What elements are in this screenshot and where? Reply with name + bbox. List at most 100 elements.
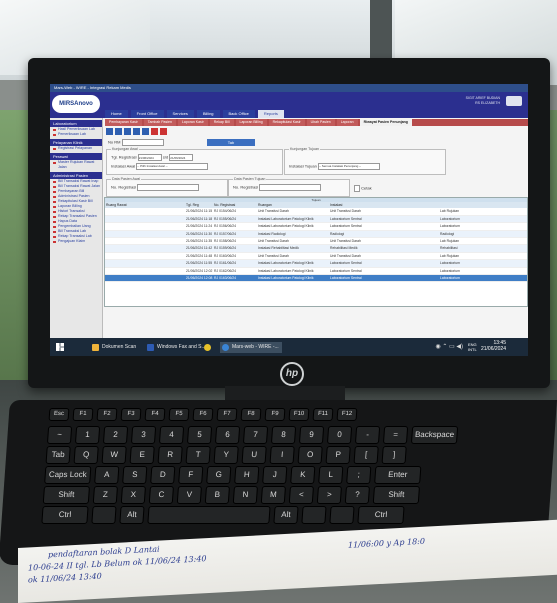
sidebar-item[interactable]: Master Rujukan Rawat Jalan bbox=[50, 160, 102, 170]
nav-reports[interactable]: Reports bbox=[257, 110, 284, 118]
cetak-checkbox[interactable]: Cetak bbox=[354, 185, 372, 192]
keyboard-key[interactable]: ~ bbox=[46, 426, 73, 444]
keyboard-key[interactable]: E bbox=[129, 446, 155, 464]
keyboard-key[interactable] bbox=[301, 506, 327, 524]
subtab[interactable]: Rekap Bill bbox=[209, 119, 234, 126]
table-row[interactable]: 21/06/2024 12:08 RJ 0163/06/24 Instalasi L… bbox=[105, 275, 527, 283]
subtab[interactable]: Laporan bbox=[336, 119, 358, 126]
keyboard-key[interactable]: J bbox=[262, 466, 288, 484]
keyboard-key[interactable]: ] bbox=[381, 446, 407, 464]
keyboard-key[interactable]: P bbox=[325, 446, 351, 464]
keyboard-key[interactable]: F10 bbox=[288, 408, 310, 421]
keyboard-key[interactable]: F1 bbox=[72, 408, 94, 421]
taskbar-app-folder[interactable]: Dokumen Scan bbox=[90, 342, 136, 353]
date-to-input[interactable]: 21/06/2024 bbox=[169, 154, 194, 161]
subtab[interactable]: Laporan Kasir bbox=[177, 119, 208, 126]
keyboard-key[interactable]: F3 bbox=[120, 408, 142, 421]
keyboard-key[interactable]: K bbox=[290, 466, 316, 484]
keyboard-key[interactable]: 2 bbox=[102, 426, 129, 444]
instalasi-awal-select[interactable]: -- Pilih Instalasi Awal -- bbox=[136, 163, 209, 170]
keyboard-key[interactable]: ? bbox=[344, 486, 370, 504]
subtab[interactable]: Pembayaran Kasir bbox=[105, 119, 142, 126]
keyboard-key[interactable]: F2 bbox=[96, 408, 118, 421]
table-row[interactable]: 21/06/2024 11:35 RJ 0158/06/24 Unit Transf… bbox=[105, 238, 527, 246]
sidebar-item[interactable]: Pemeriksaan Lab bbox=[50, 132, 102, 137]
new-icon[interactable] bbox=[106, 128, 113, 135]
nav-billing[interactable]: Billing bbox=[196, 110, 220, 118]
keyboard-key[interactable]: = bbox=[382, 426, 409, 444]
tab-button[interactable]: Tab bbox=[207, 139, 255, 146]
subtab[interactable]: Riwayat Pasien Penunjang bbox=[359, 119, 412, 126]
keyboard-key[interactable]: F6 bbox=[192, 408, 214, 421]
keyboard-key[interactable]: Tab bbox=[45, 446, 71, 464]
user-avatar-icon[interactable] bbox=[506, 96, 522, 106]
keyboard-key[interactable]: - bbox=[354, 426, 381, 444]
keyboard-key[interactable]: F12 bbox=[336, 408, 358, 421]
keyboard-key[interactable]: F4 bbox=[144, 408, 166, 421]
keyboard-key[interactable]: 6 bbox=[214, 426, 241, 444]
subtab[interactable]: Laporan Billing bbox=[235, 119, 267, 126]
keyboard-key[interactable]: Shift bbox=[42, 486, 90, 504]
taskbar-app-chrome[interactable] bbox=[202, 342, 222, 353]
sidebar-item[interactable]: Pengajuan Klaim bbox=[50, 239, 102, 244]
keyboard-key[interactable]: Caps Lock bbox=[44, 466, 92, 484]
table-row[interactable]: 21/06/2024 11:55 RJ 0161/06/24 Instalasi L… bbox=[105, 260, 527, 268]
keyboard-key[interactable]: L bbox=[318, 466, 344, 484]
keyboard-key[interactable]: 1 bbox=[74, 426, 101, 444]
keyboard-key[interactable]: H bbox=[234, 466, 260, 484]
taskbar-app-fax[interactable]: Windows Fax and S... bbox=[145, 342, 206, 353]
keyboard-key[interactable]: X bbox=[120, 486, 146, 504]
keyboard-key[interactable]: N bbox=[232, 486, 258, 504]
keyboard-key[interactable]: S bbox=[122, 466, 148, 484]
keyboard-key[interactable]: Q bbox=[73, 446, 99, 464]
keyboard-key[interactable]: Shift bbox=[372, 486, 420, 504]
keyboard-key[interactable]: Alt bbox=[273, 506, 299, 524]
keyboard-key[interactable]: F7 bbox=[216, 408, 238, 421]
date-from-input[interactable]: 21/06/2024 bbox=[137, 154, 162, 161]
keyboard-key[interactable]: B bbox=[204, 486, 230, 504]
keyboard-key[interactable] bbox=[91, 506, 117, 524]
keyboard-key[interactable]: F8 bbox=[240, 408, 262, 421]
search-icon[interactable] bbox=[142, 128, 149, 135]
keyboard-key[interactable]: Enter bbox=[374, 466, 422, 484]
keyboard-key[interactable]: ; bbox=[346, 466, 372, 484]
keyboard-key[interactable]: > bbox=[316, 486, 342, 504]
table-row[interactable]: 21/06/2024 11:48 RJ 0160/06/24 Unit Transf… bbox=[105, 253, 527, 261]
keyboard-key[interactable]: Z bbox=[92, 486, 118, 504]
table-row[interactable]: 21/06/2024 12:02 RJ 0162/06/24 Instalasi L… bbox=[105, 268, 527, 276]
keyboard-key[interactable]: F9 bbox=[264, 408, 286, 421]
nav-home[interactable]: Home bbox=[105, 110, 128, 118]
keyboard-key[interactable]: D bbox=[150, 466, 176, 484]
keyboard-key[interactable]: [ bbox=[353, 446, 379, 464]
keyboard-key[interactable]: < bbox=[288, 486, 314, 504]
table-row[interactable]: 21/06/2024 11:30 RJ 0157/06/24 Instalasi R… bbox=[105, 230, 527, 239]
keyboard-key[interactable]: 0 bbox=[326, 426, 353, 444]
table-row[interactable]: 21/06/2024 11:15 RJ 0154/06/24 Unit Transf… bbox=[105, 208, 527, 216]
keyboard-key[interactable]: F bbox=[178, 466, 204, 484]
keyboard-key[interactable]: Alt bbox=[119, 506, 145, 524]
taskbar-app-mars[interactable]: Mars-web - WIRE -... bbox=[220, 342, 282, 353]
subtab[interactable]: Tambah Pasien bbox=[143, 119, 176, 126]
keyboard-key[interactable]: G bbox=[206, 466, 232, 484]
subtab[interactable]: Ubah Pasien bbox=[306, 119, 335, 126]
language-indicator[interactable]: ENG INTL bbox=[468, 342, 482, 352]
keyboard-key[interactable]: Ctrl bbox=[41, 506, 89, 524]
table-row[interactable]: 21/06/2024 11:42 RJ 0159/06/24 Instalasi R… bbox=[105, 245, 527, 253]
keyboard-key[interactable]: Y bbox=[213, 446, 239, 464]
keyboard-key[interactable]: C bbox=[148, 486, 174, 504]
refresh-icon[interactable] bbox=[133, 128, 140, 135]
keyboard-key[interactable]: M bbox=[260, 486, 286, 504]
keyboard-key[interactable]: 5 bbox=[186, 426, 213, 444]
keyboard-key[interactable]: T bbox=[185, 446, 211, 464]
taskbar-clock[interactable]: 13:45 21/06/2024 bbox=[481, 340, 506, 352]
keyboard-key[interactable]: W bbox=[101, 446, 127, 464]
table-row[interactable]: 21/06/2024 11:24 RJ 0156/06/24 Instalasi L… bbox=[105, 223, 527, 231]
keyboard-key[interactable]: F11 bbox=[312, 408, 334, 421]
nav-front-office[interactable]: Front Office bbox=[130, 110, 164, 118]
no-registrasi-awal-input[interactable] bbox=[137, 184, 200, 191]
windows-start-icon[interactable] bbox=[56, 343, 64, 351]
grid-column-header[interactable] bbox=[515, 202, 527, 208]
keyboard-key[interactable]: 8 bbox=[270, 426, 297, 444]
keyboard-key[interactable] bbox=[147, 506, 271, 524]
table-row[interactable]: 21/06/2024 11:18 RJ 0155/06/24 Instalasi L… bbox=[105, 215, 527, 224]
